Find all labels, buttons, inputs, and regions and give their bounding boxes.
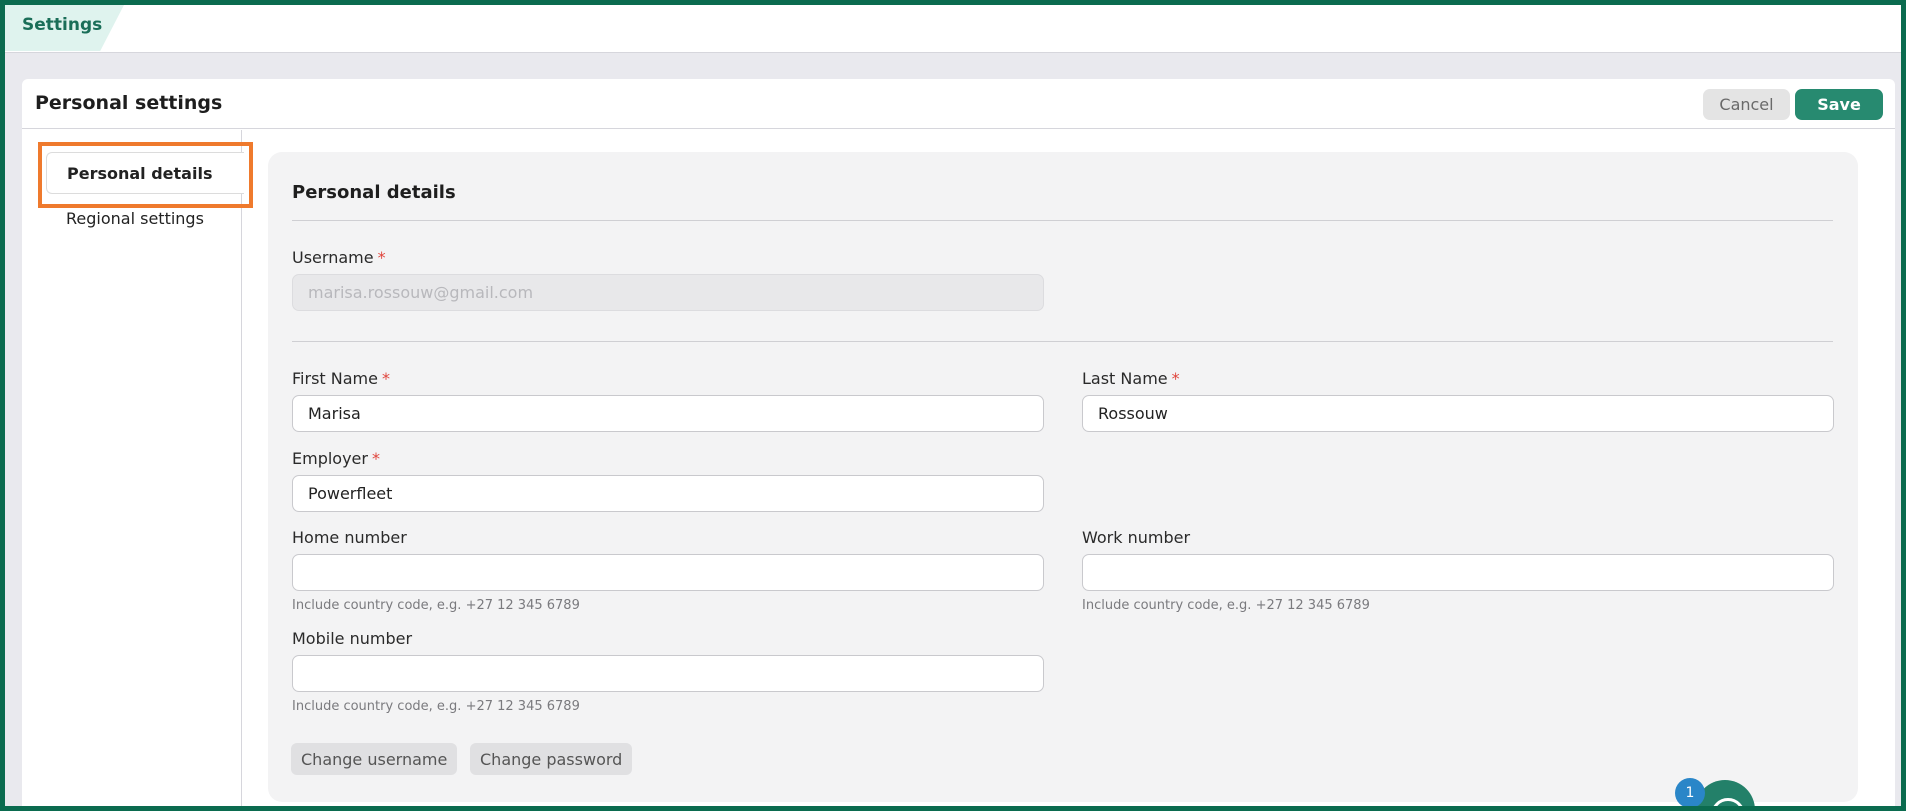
save-button[interactable]: Save (1795, 89, 1883, 120)
work-number-hint: Include country code, e.g. +27 12 345 67… (1082, 598, 1370, 613)
work-number-field[interactable] (1082, 554, 1834, 591)
required-marker: * (381, 369, 390, 388)
last-name-field[interactable] (1082, 395, 1834, 432)
divider (292, 220, 1833, 221)
first-name-field[interactable] (292, 395, 1044, 432)
mobile-number-hint: Include country code, e.g. +27 12 345 67… (292, 699, 580, 714)
cancel-button[interactable]: Cancel (1703, 89, 1790, 120)
required-marker: * (377, 248, 386, 267)
section-title: Personal details (292, 182, 456, 203)
personal-settings-card: Personal settings Cancel Save Personal d… (22, 79, 1895, 811)
top-bar: Settings (0, 0, 1906, 53)
mobile-number-label: Mobile number (292, 629, 413, 648)
home-number-hint: Include country code, e.g. +27 12 345 67… (292, 598, 580, 613)
change-username-button[interactable]: Change username (291, 743, 458, 775)
divider (292, 341, 1833, 342)
mobile-number-field[interactable] (292, 655, 1044, 692)
card-header: Personal settings Cancel Save (22, 79, 1895, 129)
home-number-label: Home number (292, 528, 407, 547)
last-name-label: Last Name * (1082, 369, 1180, 388)
work-number-label: Work number (1082, 528, 1191, 547)
username-field (292, 274, 1044, 311)
home-number-field[interactable] (292, 554, 1044, 591)
highlight-box (38, 142, 253, 208)
employer-label: Employer * (292, 449, 380, 468)
tab-settings[interactable]: Settings (5, 5, 124, 51)
username-label: Username * (292, 248, 386, 267)
employer-field[interactable] (292, 475, 1044, 512)
first-name-label: First Name * (292, 369, 390, 388)
required-marker: * (1171, 369, 1180, 388)
settings-sidebar: Personal details Regional settings (22, 130, 244, 811)
page-title: Personal settings (35, 92, 223, 114)
notification-badge: 1 (1675, 778, 1705, 808)
personal-details-panel: Personal details Username* First Name* L… (268, 152, 1858, 802)
required-marker: * (371, 449, 380, 468)
change-password-button[interactable]: Change password (470, 743, 633, 775)
